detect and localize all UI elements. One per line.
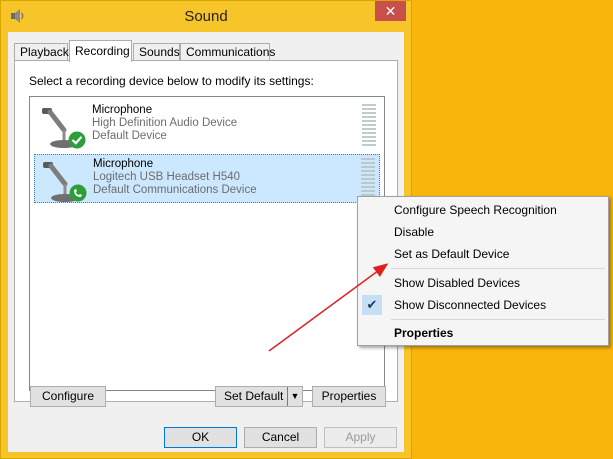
menu-item-show-disabled-devices[interactable]: Show Disabled Devices	[359, 272, 607, 294]
level-meter	[362, 104, 376, 146]
title-bar[interactable]: Sound ✕	[1, 1, 411, 31]
device-item-microphone-headset[interactable]: Microphone Logitech USB Headset H540 Def…	[34, 154, 380, 203]
menu-item-set-as-default-device[interactable]: Set as Default Device	[359, 243, 607, 265]
menu-item-show-disconnected-devices[interactable]: ✔ Show Disconnected Devices	[359, 294, 607, 316]
device-context-menu: Configure Speech Recognition Disable Set…	[357, 196, 609, 346]
sound-dialog: Sound ✕ Playback Recording Sounds Commun…	[0, 0, 412, 459]
tab-sounds[interactable]: Sounds	[133, 43, 180, 60]
cancel-button[interactable]: Cancel	[244, 427, 317, 448]
close-button[interactable]: ✕	[375, 1, 406, 21]
recording-device-list[interactable]: Microphone High Definition Audio Device …	[29, 96, 385, 391]
device-driver: High Definition Audio Device	[92, 117, 238, 129]
instructions-text: Select a recording device below to modif…	[29, 74, 314, 88]
tab-recording[interactable]: Recording	[69, 40, 132, 62]
menu-item-disable[interactable]: Disable	[359, 221, 607, 243]
device-status: Default Device	[92, 130, 167, 142]
device-driver: Logitech USB Headset H540	[93, 171, 241, 183]
menu-item-configure-speech-recognition[interactable]: Configure Speech Recognition	[359, 199, 607, 221]
properties-button[interactable]: Properties	[312, 386, 386, 407]
menu-separator	[391, 268, 605, 269]
device-name: Microphone	[93, 158, 154, 170]
set-default-label: Set Default	[224, 389, 284, 403]
ok-button[interactable]: OK	[164, 427, 237, 448]
level-meter	[361, 158, 375, 200]
configure-button[interactable]: Configure	[30, 386, 106, 407]
menu-separator	[391, 319, 605, 320]
check-badge-icon	[68, 131, 86, 149]
device-item-microphone-hd[interactable]: Microphone High Definition Audio Device …	[34, 101, 380, 150]
device-name: Microphone	[92, 104, 153, 116]
menu-item-properties[interactable]: Properties	[359, 322, 607, 344]
device-status: Default Communications Device	[93, 184, 257, 196]
apply-button[interactable]: Apply	[324, 427, 397, 448]
checkmark-icon: ✔	[362, 295, 382, 315]
tab-communications[interactable]: Communications	[180, 43, 275, 60]
recording-tab-panel: Select a recording device below to modif…	[14, 60, 398, 402]
dialog-client-area: Playback Recording Sounds Communications…	[8, 32, 404, 452]
phone-badge-icon	[69, 184, 87, 202]
menu-item-label: Show Disconnected Devices	[394, 298, 547, 312]
window-title: Sound	[184, 8, 228, 25]
dropdown-arrow-icon[interactable]: ▼	[287, 387, 302, 406]
tab-playback[interactable]: Playback	[14, 43, 69, 60]
set-default-button[interactable]: Set Default ▼	[215, 386, 303, 407]
